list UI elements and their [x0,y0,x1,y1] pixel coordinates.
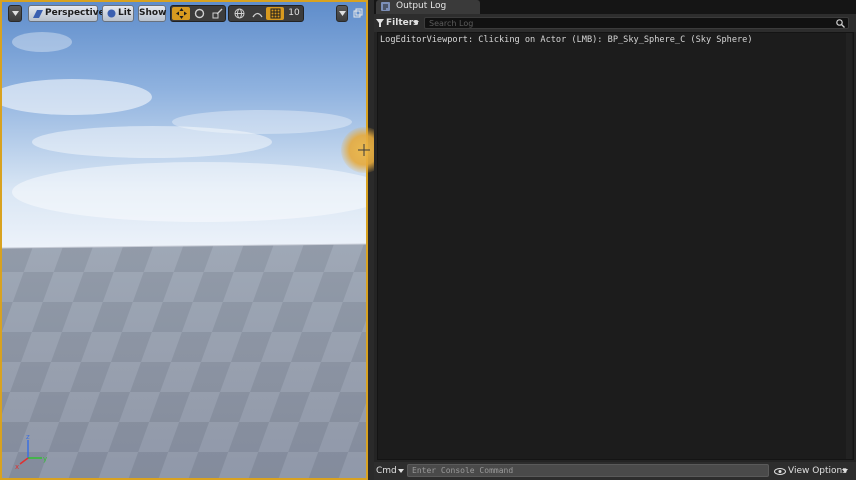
maximize-icon [353,8,363,18]
console-command-input[interactable]: Enter Console Command [407,464,769,477]
search-log-input[interactable]: Search Log [424,17,849,29]
tab-output-log[interactable]: Output Log [376,0,480,14]
log-scrollbar[interactable] [846,33,852,459]
console-placeholder: Enter Console Command [412,466,514,475]
move-arrows-icon [176,8,187,19]
viewport-toolbar: Perspective Lit Show 10 [6,5,363,23]
translate-tool-button[interactable] [172,7,190,20]
filter-funnel-icon [376,19,384,27]
globe-icon [234,8,245,19]
show-flags-label: Show [139,8,167,18]
chevron-down-icon [339,11,346,16]
axis-gizmo-icon: z y x [15,433,47,470]
lighting-mode-button[interactable]: Lit [102,5,134,22]
show-flags-button[interactable]: Show [138,5,166,22]
surface-snap-button[interactable] [248,7,266,20]
svg-text:y: y [43,455,47,463]
lit-sphere-icon [107,9,116,18]
world-local-toggle[interactable] [230,7,248,20]
grid-icon [270,8,281,19]
cmd-label: Cmd [376,466,397,476]
tab-strip: Output Log [374,0,856,14]
crosshair-cursor-icon [358,144,370,156]
lighting-mode-label: Lit [118,8,132,18]
chevron-down-icon [842,469,848,473]
maximize-viewport-button[interactable] [353,8,363,18]
chevron-down-icon [398,469,404,473]
rotate-tool-button[interactable] [190,7,208,20]
grid-snap-toggle[interactable] [266,7,284,20]
rotate-icon [194,8,205,19]
view-mode-label: Perspective [45,8,105,18]
grid-snap-value[interactable]: 10 [286,7,302,20]
eye-icon [774,468,786,475]
viewport-options-button[interactable] [8,5,22,22]
perspective-icon [33,10,43,18]
chevron-down-icon [12,11,19,16]
svg-text:x: x [15,463,19,470]
svg-text:z: z [26,433,30,441]
scale-tool-button[interactable] [208,7,226,20]
snapping-group: 10 [228,5,304,22]
viewport-layout-button[interactable] [336,5,348,22]
view-mode-button[interactable]: Perspective [28,5,105,22]
cmd-dropdown[interactable]: Cmd [376,464,404,478]
chevron-down-icon [413,21,419,25]
level-viewport[interactable]: Perspective Lit Show 10 z y x [0,0,368,480]
viewport-scene[interactable] [2,2,366,478]
surface-snap-icon [252,12,263,18]
view-options-label: View Options [788,466,847,476]
output-log-icon [381,2,390,11]
filter-bar: Filters Search Log [374,14,856,32]
transform-tools-group [170,5,226,22]
scale-icon [212,8,223,19]
tab-label: Output Log [396,1,447,11]
search-placeholder: Search Log [429,19,474,28]
log-messages-area[interactable]: LogEditorViewport: Clicking on Actor (LM… [377,32,854,460]
log-line: LogEditorViewport: Clicking on Actor (LM… [380,35,753,45]
output-log-panel: Output Log Filters Search Log LogEditorV… [374,0,856,480]
search-icon [836,19,845,28]
console-bar: Cmd Enter Console Command View Options [374,462,856,480]
